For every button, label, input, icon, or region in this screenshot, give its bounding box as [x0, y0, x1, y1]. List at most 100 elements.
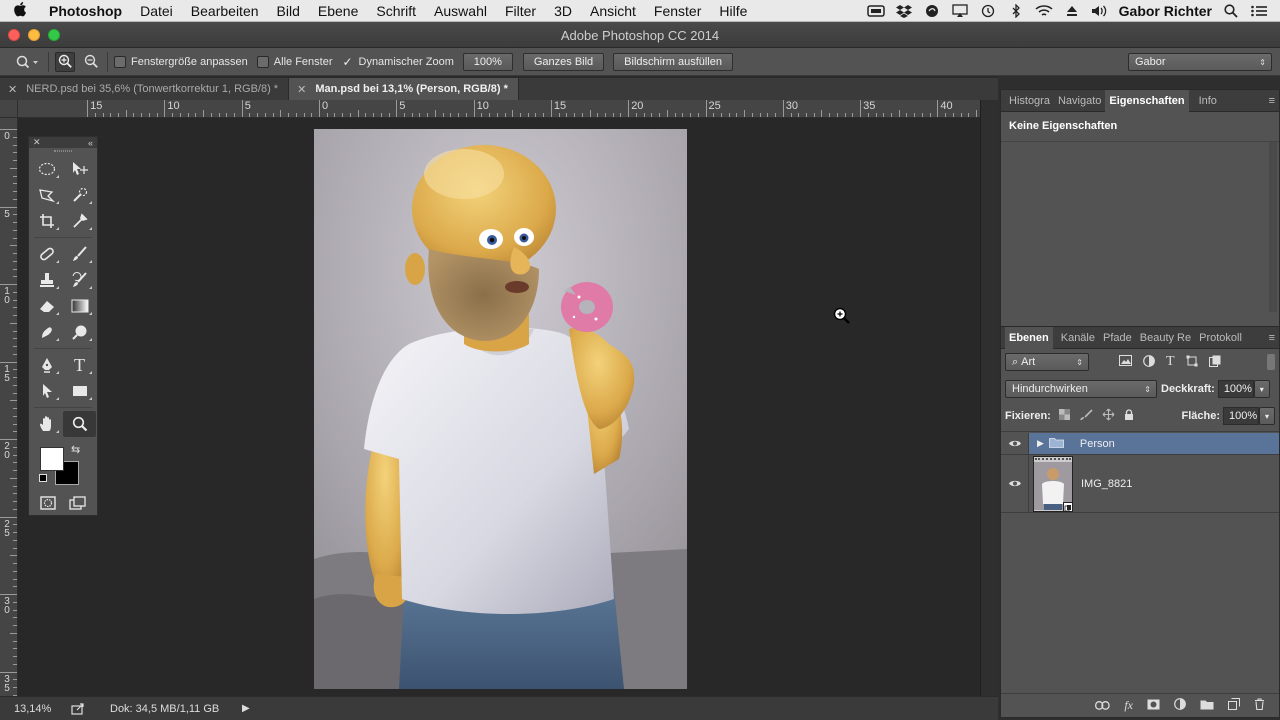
lock-all-icon[interactable]	[1124, 408, 1134, 424]
zoom-100-button[interactable]: 100%	[462, 52, 513, 71]
menu-filter[interactable]: Filter	[496, 3, 545, 19]
tab-beauty-retouch[interactable]: Beauty Re	[1136, 332, 1195, 344]
opacity-input[interactable]: 100%	[1217, 380, 1254, 398]
horizontal-ruler[interactable]: 15 10 5 0 5 10 15 20 25 30 35 40	[18, 100, 980, 118]
menu-ebene[interactable]: Ebene	[309, 3, 367, 19]
elliptical-marquee-tool[interactable]	[30, 156, 63, 182]
fit-screen-button[interactable]: Ganzes Bild	[522, 52, 605, 71]
link-layers-icon[interactable]	[1095, 699, 1110, 713]
layer-filter-kind[interactable]: ⌕ Art ⇕	[1005, 353, 1089, 371]
crop-tool[interactable]	[30, 208, 63, 234]
export-icon[interactable]	[58, 702, 98, 715]
lock-image-pixels-icon[interactable]	[1079, 408, 1093, 424]
delete-layer-icon[interactable]	[1254, 698, 1265, 713]
quick-mask-icon[interactable]	[33, 493, 63, 513]
brush-tool[interactable]	[63, 241, 96, 267]
menu-datei[interactable]: Datei	[131, 3, 182, 19]
foreground-color-swatch[interactable]	[40, 447, 64, 471]
close-panel-icon[interactable]: ✕	[33, 137, 41, 148]
fit-window-check[interactable]	[114, 55, 126, 68]
ruler-origin[interactable]	[0, 100, 18, 118]
group-expand-arrow-icon[interactable]: ▶	[1037, 438, 1044, 449]
tab-paths[interactable]: Pfade	[1099, 332, 1136, 344]
filter-toggle-switch[interactable]	[1267, 354, 1275, 370]
layer-name[interactable]: IMG_8821	[1081, 478, 1132, 490]
checkmark-icon[interactable]: ✓	[342, 55, 354, 69]
new-adjustment-layer-icon[interactable]	[1174, 698, 1186, 713]
visibility-eye-icon[interactable]	[1001, 455, 1029, 512]
visibility-eye-icon[interactable]	[1001, 433, 1029, 454]
add-mask-icon[interactable]	[1147, 699, 1160, 713]
close-tab-icon[interactable]: ✕	[297, 83, 306, 96]
tool-preset-picker[interactable]	[12, 52, 42, 72]
dropbox-icon[interactable]	[895, 4, 913, 18]
move-tool[interactable]	[63, 156, 96, 182]
menu-fenster[interactable]: Fenster	[645, 3, 710, 19]
tab-info[interactable]: Info	[1195, 95, 1221, 107]
dynamic-zoom-checkbox[interactable]: ✓ Dynamischer Zoom	[342, 55, 453, 69]
properties-scrollbar[interactable]	[1269, 142, 1277, 312]
blend-mode-select[interactable]: Hindurchwirken ⇕	[1005, 380, 1157, 398]
all-windows-checkbox[interactable]: Alle Fenster	[256, 55, 333, 68]
panel-menu-icon[interactable]: ≡	[1269, 95, 1275, 107]
fit-window-checkbox[interactable]: Fenstergröße anpassen	[114, 55, 248, 68]
canvas-vertical-scrollbar[interactable]	[980, 100, 998, 696]
eject-icon[interactable]	[1063, 4, 1081, 18]
pen-tool[interactable]	[30, 352, 63, 378]
volume-icon[interactable]	[1091, 4, 1109, 18]
fill-screen-button[interactable]: Bildschirm ausfüllen	[613, 52, 733, 71]
zoom-out-icon[interactable]	[81, 52, 101, 72]
quick-selection-tool[interactable]	[63, 182, 96, 208]
path-selection-tool[interactable]	[30, 378, 63, 404]
fill-input[interactable]: 100%	[1223, 407, 1259, 425]
layer-row-person[interactable]: ▶ Person	[1001, 433, 1279, 455]
time-machine-icon[interactable]	[979, 4, 997, 18]
filter-pixel-layers-icon[interactable]	[1119, 355, 1132, 369]
filter-shape-layers-icon[interactable]	[1186, 355, 1198, 370]
tab-properties[interactable]: Eigenschaften	[1105, 89, 1189, 112]
layer-name[interactable]: Person	[1080, 438, 1115, 450]
menu-bild[interactable]: Bild	[268, 3, 309, 19]
apple-menu-icon[interactable]	[0, 1, 40, 21]
spotlight-search-icon[interactable]	[1222, 3, 1240, 18]
zoom-in-icon[interactable]	[55, 51, 75, 72]
all-windows-check[interactable]	[256, 55, 269, 68]
airplay-icon[interactable]	[951, 3, 969, 18]
filter-type-layers-icon[interactable]: T	[1166, 354, 1175, 370]
menu-hilfe[interactable]: Hilfe	[710, 3, 756, 19]
wacom-icon[interactable]	[866, 4, 885, 18]
zoom-level[interactable]: 13,14%	[0, 703, 58, 715]
menu-bearbeiten[interactable]: Bearbeiten	[182, 3, 268, 19]
gradient-tool[interactable]	[63, 293, 96, 319]
tab-channels[interactable]: Kanäle	[1057, 332, 1099, 344]
fill-slider-button[interactable]: ▾	[1259, 407, 1275, 425]
tab-man-psd[interactable]: ✕ Man.psd bei 13,1% (Person, RGB/8) *	[289, 78, 519, 100]
vertical-ruler[interactable]: 0 5 1 0 1 5 2 0 2 5 3 0 3 5	[0, 118, 18, 696]
filter-adjustment-layers-icon[interactable]	[1143, 354, 1155, 370]
tab-layers[interactable]: Ebenen	[1005, 326, 1053, 349]
swap-colors-icon[interactable]: ⇆	[71, 443, 80, 456]
eraser-tool[interactable]	[30, 293, 63, 319]
menu-3d[interactable]: 3D	[545, 3, 581, 19]
user-name[interactable]: Gabor Richter	[1119, 3, 1212, 19]
menu-photoshop[interactable]: Photoshop	[40, 3, 131, 19]
tab-nerd-psd[interactable]: ✕ NERD.psd bei 35,6% (Tonwertkorrektur 1…	[0, 78, 290, 100]
notification-center-icon[interactable]	[1250, 4, 1268, 18]
history-brush-tool[interactable]	[63, 267, 96, 293]
eyedropper-tool[interactable]	[63, 208, 96, 234]
wifi-icon[interactable]	[1035, 4, 1053, 18]
healing-brush-tool[interactable]	[30, 241, 63, 267]
clone-stamp-tool[interactable]	[30, 267, 63, 293]
evernote-icon[interactable]	[923, 4, 941, 18]
dodge-tool[interactable]	[63, 319, 96, 345]
status-menu-arrow-icon[interactable]: ▶	[242, 703, 250, 714]
hand-tool[interactable]	[30, 411, 63, 437]
lock-transparent-pixels-icon[interactable]	[1058, 409, 1070, 423]
screen-mode-icon[interactable]	[63, 493, 93, 513]
tab-histogram[interactable]: Histogra	[1005, 95, 1054, 107]
lock-position-icon[interactable]	[1102, 408, 1115, 424]
menu-schrift[interactable]: Schrift	[367, 3, 425, 19]
close-tab-icon[interactable]: ✕	[8, 83, 17, 96]
default-colors-icon[interactable]	[39, 474, 47, 482]
tab-history[interactable]: Protokoll	[1195, 332, 1246, 344]
